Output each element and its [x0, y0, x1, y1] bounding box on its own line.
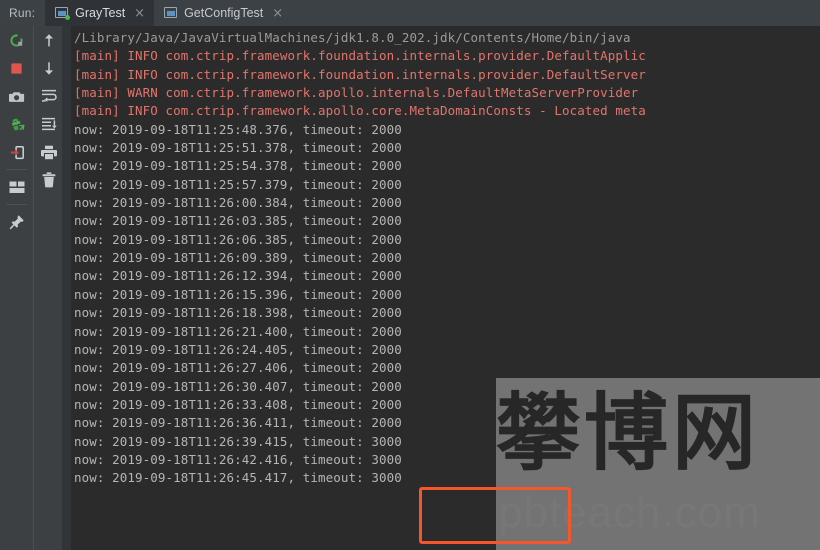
- scroll-to-end-icon: [41, 117, 57, 131]
- console-line: [main] WARN com.ctrip.framework.apollo.i…: [74, 85, 639, 101]
- tab-label: GrayTest: [75, 6, 126, 20]
- layout-icon: [9, 181, 24, 193]
- pin-tab-button[interactable]: [0, 208, 33, 236]
- run-tool-window: Run: GrayTest × GetConfigTest × /Library…: [0, 0, 820, 550]
- console-line: /Library/Java/JavaVirtualMachines/jdk1.8…: [74, 30, 631, 45]
- console-line: now: 2019-09-18T11:26:09.389, timeout: 2…: [74, 250, 402, 266]
- console-line: now: 2019-09-18T11:25:51.378, timeout: 2…: [74, 140, 402, 156]
- export-arrow-icon: [10, 145, 24, 159]
- rerun-button[interactable]: [0, 26, 33, 54]
- stop-square-icon: [11, 62, 22, 74]
- rerun-icon: [10, 33, 23, 46]
- console-line: now: 2019-09-18T11:26:33.408, timeout: 2…: [74, 396, 402, 412]
- close-icon[interactable]: ×: [134, 7, 145, 20]
- console-actions-toolbar-secondary: [33, 26, 63, 550]
- console-line: [main] INFO com.ctrip.framework.foundati…: [74, 48, 646, 64]
- console-line: now: 2019-09-18T11:26:03.385, timeout: 2…: [74, 213, 402, 229]
- console-line: now: 2019-09-18T11:26:06.385, timeout: 2…: [74, 231, 402, 247]
- trash-icon: [42, 172, 55, 188]
- run-tabbar: Run: GrayTest × GetConfigTest ×: [0, 0, 820, 26]
- console-line: now: 2019-09-18T11:26:24.405, timeout: 2…: [74, 341, 402, 357]
- console-line: now: 2019-09-18T11:25:57.379, timeout: 2…: [74, 176, 402, 192]
- soft-wrap-button[interactable]: [34, 82, 63, 110]
- arrow-down-icon: [44, 61, 53, 75]
- camera-icon: [8, 91, 24, 102]
- console-line: now: 2019-09-18T11:26:15.396, timeout: 2…: [74, 286, 402, 302]
- tab-getconfigtest[interactable]: GetConfigTest ×: [154, 0, 292, 26]
- console-line: now: 2019-09-18T11:26:12.394, timeout: 2…: [74, 268, 402, 284]
- console-line: [main] INFO com.ctrip.framework.apollo.c…: [74, 103, 646, 119]
- screenshot-button[interactable]: [0, 82, 33, 110]
- run-config-icon: [164, 7, 178, 19]
- console-line: now: 2019-09-18T11:26:00.384, timeout: 2…: [74, 195, 402, 211]
- console-line: now: 2019-09-18T11:26:39.415, timeout: 3…: [74, 433, 402, 449]
- tab-graytest[interactable]: GrayTest ×: [45, 0, 155, 26]
- rerun-failed-tests-button[interactable]: [0, 110, 33, 138]
- console-line: now: 2019-09-18T11:26:27.406, timeout: 2…: [74, 360, 402, 376]
- console-line: now: 2019-09-18T11:25:54.378, timeout: 2…: [74, 158, 402, 174]
- scroll-to-end-button[interactable]: [34, 110, 63, 138]
- toolbar-separator-1: [6, 169, 27, 170]
- rerun-failed-icon: [11, 118, 24, 130]
- down-stacktrace-button[interactable]: [34, 54, 63, 82]
- layout-button[interactable]: [0, 173, 33, 201]
- stop-button[interactable]: [0, 54, 33, 82]
- printer-icon: [40, 145, 57, 159]
- run-label: Run:: [9, 6, 36, 20]
- console-line: now: 2019-09-18T11:26:42.416, timeout: 3…: [74, 451, 402, 467]
- clear-all-button[interactable]: [34, 166, 63, 194]
- console-line: now: 2019-09-18T11:25:48.376, timeout: 2…: [74, 121, 402, 137]
- run-actions-toolbar-primary: [0, 26, 33, 550]
- close-icon[interactable]: ×: [272, 7, 283, 20]
- console-line: [main] INFO com.ctrip.framework.foundati…: [74, 66, 646, 82]
- console-line: now: 2019-09-18T11:26:18.398, timeout: 2…: [74, 305, 402, 321]
- console-line: now: 2019-09-18T11:26:45.417, timeout: 3…: [74, 470, 402, 486]
- print-button[interactable]: [34, 138, 63, 166]
- tab-label: GetConfigTest: [184, 6, 264, 20]
- tab-list: GrayTest × GetConfigTest ×: [45, 0, 292, 26]
- arrow-up-icon: [44, 33, 53, 46]
- pin-icon: [9, 215, 24, 230]
- console-line: now: 2019-09-18T11:26:36.411, timeout: 2…: [74, 415, 402, 431]
- run-config-icon: [55, 7, 71, 20]
- console-line: now: 2019-09-18T11:26:21.400, timeout: 2…: [74, 323, 402, 339]
- export-button[interactable]: [0, 138, 33, 166]
- up-stacktrace-button[interactable]: [34, 26, 63, 54]
- toolbar-separator-2: [6, 204, 27, 205]
- soft-wrap-icon: [41, 89, 57, 102]
- console-line: now: 2019-09-18T11:26:30.407, timeout: 2…: [74, 378, 402, 394]
- console-output[interactable]: /Library/Java/JavaVirtualMachines/jdk1.8…: [71, 26, 820, 550]
